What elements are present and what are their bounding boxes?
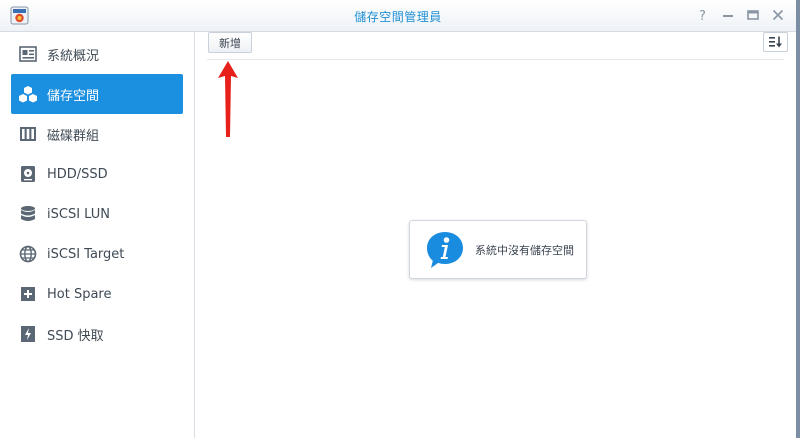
globe-icon bbox=[18, 244, 38, 264]
sidebar-item-label: Hot Spare bbox=[47, 286, 112, 302]
red-arrow-up-icon bbox=[214, 58, 242, 140]
sidebar-item-iscsi-lun[interactable]: iSCSI LUN bbox=[11, 194, 183, 234]
sidebar-item-overview[interactable]: 系統概況 bbox=[11, 34, 183, 74]
minimize-icon[interactable] bbox=[720, 7, 736, 23]
new-button[interactable]: 新增 bbox=[208, 32, 252, 53]
desktop-edge bbox=[796, 0, 800, 438]
sidebar-item-disk-group[interactable]: 磁碟群組 bbox=[11, 114, 183, 154]
sidebar-item-hot-spare[interactable]: Hot Spare bbox=[11, 274, 183, 314]
sidebar-item-label: HDD/SSD bbox=[47, 166, 108, 182]
empty-state-message-box: 系統中沒有儲存空間 bbox=[409, 220, 587, 279]
sidebar: 系統概況 儲存空間 磁碟群組 HDD/SSD iSCSI LUN iSCSI T… bbox=[0, 32, 195, 438]
help-icon[interactable]: ? bbox=[695, 7, 711, 23]
maximize-icon[interactable] bbox=[745, 7, 761, 23]
close-icon[interactable] bbox=[770, 7, 786, 23]
sidebar-item-iscsi-target[interactable]: iSCSI Target bbox=[11, 234, 183, 274]
disk-group-icon bbox=[18, 124, 38, 144]
sidebar-item-hdd-ssd[interactable]: HDD/SSD bbox=[11, 154, 183, 194]
hot-spare-icon bbox=[18, 284, 38, 304]
window-title: 儲存空間管理員 bbox=[354, 10, 442, 24]
sidebar-item-label: 系統概況 bbox=[47, 48, 100, 64]
info-bubble-icon bbox=[425, 230, 465, 270]
sidebar-item-label: SSD 快取 bbox=[47, 328, 104, 344]
sidebar-item-label: iSCSI Target bbox=[47, 246, 125, 262]
cubes-icon bbox=[18, 84, 38, 104]
sort-icon[interactable] bbox=[763, 32, 788, 52]
ssd-cache-icon bbox=[18, 324, 38, 344]
sidebar-item-label: iSCSI LUN bbox=[47, 206, 110, 222]
toolbar-divider bbox=[207, 59, 784, 60]
database-icon bbox=[18, 204, 38, 224]
svg-text:?: ? bbox=[699, 9, 706, 23]
main-content: 新增 系統中沒有儲存空間 bbox=[195, 32, 796, 438]
hdd-icon bbox=[18, 164, 38, 184]
sidebar-item-ssd-cache[interactable]: SSD 快取 bbox=[11, 314, 183, 354]
empty-state-message: 系統中沒有儲存空間 bbox=[475, 243, 574, 257]
sidebar-item-label: 磁碟群組 bbox=[47, 128, 100, 144]
overview-icon bbox=[18, 44, 38, 64]
sidebar-item-label: 儲存空間 bbox=[47, 88, 100, 104]
sidebar-item-volume[interactable]: 儲存空間 bbox=[11, 74, 183, 114]
storage-manager-window: 儲存空間管理員 ? 系統概況 儲存空間 磁碟群組 HDD/SSD iSCSI L… bbox=[0, 0, 797, 438]
title-bar[interactable]: 儲存空間管理員 ? bbox=[0, 0, 796, 32]
